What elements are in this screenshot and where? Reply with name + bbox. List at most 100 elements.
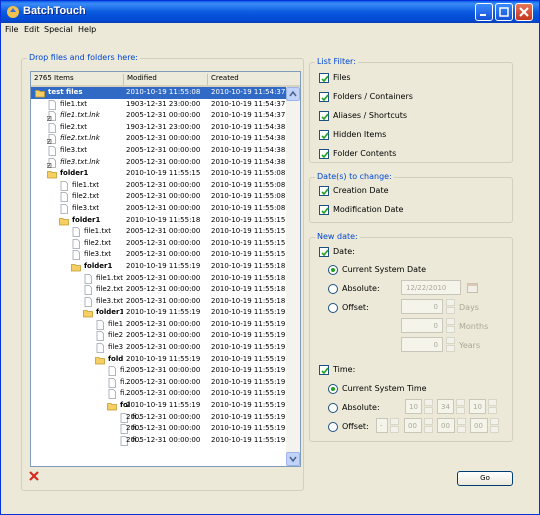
time-offset-sign[interactable]: - (376, 418, 388, 433)
time-offset-radio[interactable] (328, 422, 338, 432)
tree-row[interactable]: file2.txt 2005-12-31 00:00:00 2010-10-19 1… (31, 191, 286, 203)
years-spinner[interactable] (446, 337, 455, 352)
tree-row[interactable]: file2.txt 2005-12-31 00:00:00 2010-10-19 1… (31, 284, 286, 296)
tree-row[interactable]: fi... 2005-12-31 00:00:00 2010-10-19 11:55… (31, 412, 286, 424)
header-separator[interactable] (123, 74, 124, 85)
time-offset-hours[interactable]: 00 (404, 418, 422, 433)
tree-row[interactable]: fi... 2005-12-31 00:00:00 2010-10-19 11:55… (31, 388, 286, 400)
checkbox-folders-containers[interactable] (319, 92, 329, 102)
menu-file[interactable]: File (5, 25, 18, 34)
time-hours-spinner[interactable] (424, 399, 433, 414)
time-current-radio[interactable] (328, 384, 338, 394)
days-spinner[interactable] (446, 299, 455, 314)
tree-row-modified: 1903-12-31 23:00:00 (126, 122, 201, 131)
header-items[interactable]: 2765 Items (34, 74, 74, 82)
vertical-scrollbar[interactable] (286, 87, 300, 466)
time-absolute-seconds[interactable]: 10 (469, 399, 486, 414)
menu-special[interactable]: Special (44, 25, 73, 34)
time-offset-seconds-spinner[interactable] (490, 418, 499, 433)
time-sign-spinner[interactable] (390, 418, 399, 433)
go-button[interactable]: Go (457, 471, 513, 486)
checkbox-aliases-shortcuts[interactable] (319, 111, 329, 121)
tree-row[interactable]: file3.txt 2005-12-31 00:00:00 2010-10-19 1… (31, 203, 286, 215)
remove-icon[interactable] (29, 471, 39, 481)
tree-row[interactable]: file2.txt 1903-12-31 23:00:00 2010-10-19 1… (31, 122, 286, 134)
date-checkbox[interactable] (319, 247, 329, 257)
file-tree[interactable]: 2765 Items Modified Created test files 20… (30, 71, 301, 467)
checkbox-hidden-items[interactable] (319, 130, 329, 140)
close-button[interactable] (515, 3, 533, 21)
days-field[interactable]: 0 (401, 299, 443, 314)
title-bar[interactable]: BatchTouch (1, 1, 539, 23)
months-spinner[interactable] (446, 318, 455, 333)
tree-row[interactable]: file1.txt 2005-12-31 00:00:00 2010-10-19 1… (31, 226, 286, 238)
time-offset-seconds[interactable]: 00 (470, 418, 488, 433)
time-minutes-spinner[interactable] (456, 399, 465, 414)
tree-row[interactable]: folder1 2010-10-19 11:55:18 2010-10-19 11:… (31, 215, 286, 227)
menu-help[interactable]: Help (78, 25, 96, 34)
header-modified[interactable]: Modified (127, 74, 157, 82)
folder-icon (47, 171, 57, 179)
date-absolute-radio[interactable] (328, 284, 338, 294)
checkbox-creation-date[interactable] (319, 186, 329, 196)
tree-row[interactable]: file2.txt.lnk 2005-12-31 00:00:00 2010-10-… (31, 133, 286, 145)
tree-row[interactable]: file3.txt.lnk 2005-12-31 00:00:00 2010-10-… (31, 157, 286, 169)
tree-row[interactable]: folder1 2010-10-19 11:55:19 2010-10-19 11:… (31, 261, 286, 273)
header-created[interactable]: Created (211, 74, 239, 82)
date-offset-radio[interactable] (328, 303, 338, 313)
date-absolute-field[interactable]: 12/22/2010 (401, 280, 461, 295)
tree-row-modified: 2010-10-19 11:55:08 (126, 88, 201, 96)
time-offset-minutes-spinner[interactable] (457, 418, 466, 433)
tree-row[interactable]: test files 2010-10-19 11:55:08 2010-10-19 … (31, 87, 286, 99)
tree-row[interactable]: fi... 2005-12-31 00:00:00 2010-10-19 11:55… (31, 423, 286, 435)
date-current-radio[interactable] (328, 265, 338, 275)
scroll-down-button[interactable] (286, 452, 300, 466)
checkbox-files[interactable] (319, 73, 329, 83)
shortcut-icon (47, 134, 56, 145)
tree-row[interactable]: fi... 2005-12-31 00:00:00 2010-10-19 11:55… (31, 377, 286, 389)
time-absolute-minutes[interactable]: 34 (437, 399, 454, 414)
time-checkbox[interactable] (319, 365, 329, 375)
tree-row[interactable]: file1...2005-12-31 00:00:00 2010-10-19 11… (31, 319, 286, 331)
tree-row[interactable]: file3.txt 2005-12-31 00:00:00 2010-10-19 1… (31, 296, 286, 308)
header-separator[interactable] (207, 74, 208, 85)
tree-row[interactable]: file3.txt 2005-12-31 00:00:00 2010-10-19 1… (31, 145, 286, 157)
time-absolute-radio[interactable] (328, 403, 338, 413)
time-seconds-spinner[interactable] (488, 399, 497, 414)
tree-row[interactable]: file1.txt 2005-12-31 00:00:00 2010-10-19 1… (31, 273, 286, 285)
maximize-button[interactable] (495, 3, 513, 21)
tree-row-created: 2010-10-19 11:54:38 (211, 145, 286, 154)
tree-row[interactable]: file2...2005-12-31 00:00:00 2010-10-19 11… (31, 330, 286, 342)
time-offset-hours-spinner[interactable] (424, 418, 433, 433)
minimize-button[interactable] (475, 3, 493, 21)
checkbox-modification-date[interactable] (319, 205, 329, 215)
tree-row[interactable]: fi... 2005-12-31 00:00:00 2010-10-19 11:55… (31, 365, 286, 377)
time-offset-minutes[interactable]: 00 (437, 418, 455, 433)
tree-row-created: 2010-10-19 11:54:37 (211, 88, 286, 96)
time-absolute-hours[interactable]: 10 (405, 399, 422, 414)
tree-row[interactable]: folder1 2010-10-19 11:55:15 2010-10-19 11:… (31, 168, 286, 180)
tree-row[interactable]: file1.txt 2005-12-31 00:00:00 2010-10-19 1… (31, 180, 286, 192)
tree-row[interactable]: file1.txt 1903-12-31 23:00:00 2010-10-19 1… (31, 99, 286, 111)
tree-row-name: file1.txt (96, 273, 123, 282)
tree-row-modified: 2010-10-19 11:55:18 (126, 215, 201, 224)
checkbox-label: Files (333, 73, 351, 82)
tree-row[interactable]: file3.txt 2005-12-31 00:00:00 2010-10-19 1… (31, 249, 286, 261)
years-field[interactable]: 0 (401, 337, 443, 352)
scroll-up-button[interactable] (286, 87, 300, 101)
calendar-icon[interactable] (467, 282, 478, 293)
tree-row[interactable]: file1.txt.lnk 2005-12-31 00:00:00 2010-10-… (31, 110, 286, 122)
file-icon (96, 319, 104, 330)
tree-row[interactable]: fi... 2005-12-31 00:00:00 2010-10-19 11:55… (31, 435, 286, 447)
tree-row-created: 2010-10-19 11:55:19 (211, 424, 286, 433)
months-field[interactable]: 0 (401, 318, 443, 333)
menu-edit[interactable]: Edit (24, 25, 40, 34)
tree-row[interactable]: fold...2010-10-19 11:55:192010-10-19 11:… (31, 354, 286, 366)
tree-row[interactable]: folder1 2010-10-19 11:55:19 2010-10-19 11:… (31, 307, 286, 319)
tree-row[interactable]: file2.txt 2005-12-31 00:00:00 2010-10-19 1… (31, 238, 286, 250)
tree-row[interactable]: file3...2005-12-31 00:00:00 2010-10-19 11… (31, 342, 286, 354)
checkbox-folder-contents[interactable] (319, 149, 329, 159)
tree-row[interactable]: fold...2010-10-19 11:55:192010-10-19 11:… (31, 400, 286, 412)
tree-row-created: 2010-10-19 11:55:19 (211, 401, 286, 410)
tree-row-name: test files (48, 88, 83, 96)
